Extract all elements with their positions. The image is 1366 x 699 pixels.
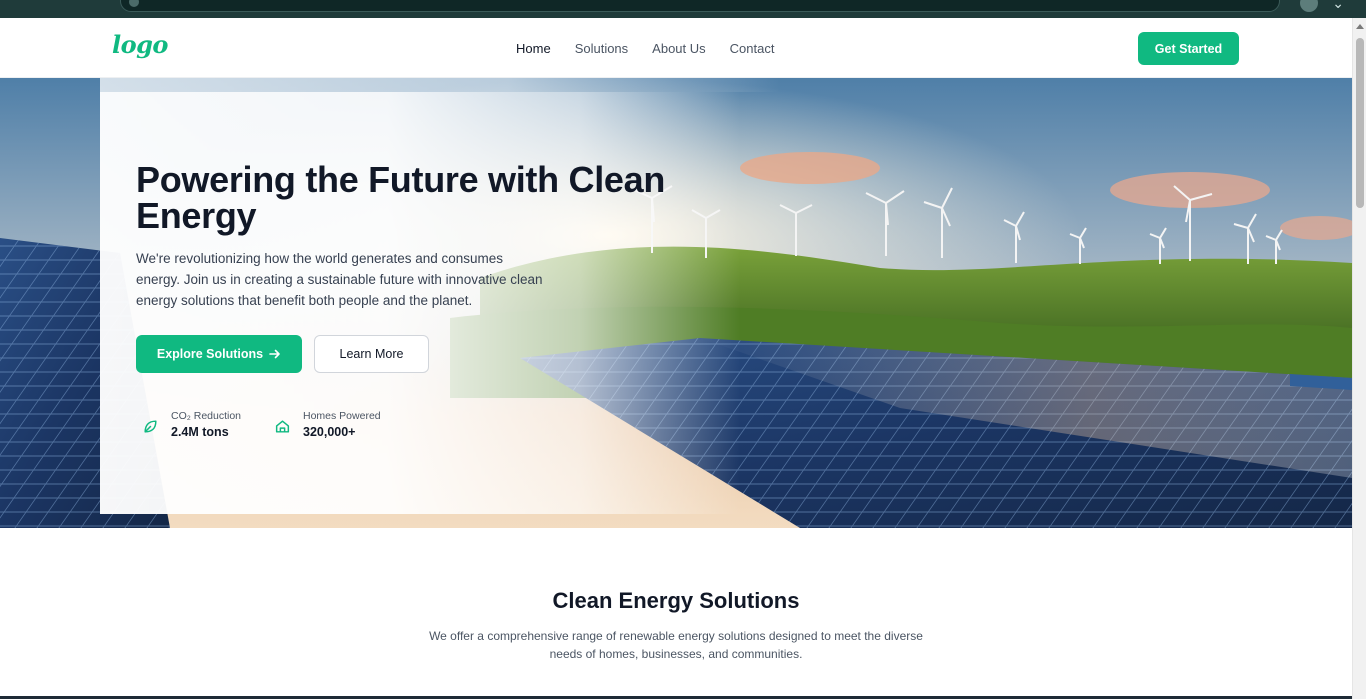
hero-title: Powering the Future with Clean Energy (136, 159, 666, 236)
nav-home[interactable]: Home (516, 41, 551, 56)
stat-co2-reduction: CO₂ Reduction 2.4M tons (142, 410, 241, 439)
explore-solutions-label: Explore Solutions (156, 347, 264, 361)
get-started-button[interactable]: Get Started (1138, 32, 1239, 65)
stat-label: CO₂ Reduction (171, 410, 242, 422)
browser-address-bar[interactable] (120, 0, 1280, 12)
stat-homes-powered: Homes Powered 320,000+ (274, 410, 381, 439)
logo[interactable]: logo (112, 30, 168, 59)
nav-contact[interactable]: Contact (730, 41, 775, 56)
nav-about-us[interactable]: About Us (652, 41, 705, 56)
leaf-icon (144, 420, 157, 433)
browser-top-bar: ⌄ (0, 0, 1366, 18)
stat-value: 320,000+ (303, 425, 356, 439)
page-scrollbar[interactable] (1352, 18, 1366, 699)
explore-solutions-button[interactable]: Explore Solutions (136, 335, 302, 373)
stat-value: 2.4M tons (171, 425, 229, 439)
learn-more-button[interactable]: Learn More (314, 335, 429, 373)
scroll-up-icon[interactable] (1356, 24, 1364, 29)
profile-avatar[interactable] (1300, 0, 1318, 12)
solutions-title: Clean Energy Solutions (552, 588, 800, 613)
hero-overlay-edge (100, 78, 780, 92)
close-icon[interactable]: ⌄ (1332, 0, 1344, 10)
hero-description: We're revolutionizing how the world gene… (136, 251, 543, 308)
hero-section: Powering the Future with Clean Energy We… (0, 78, 1352, 528)
site-header: logo Home Solutions About Us Contact Get… (0, 18, 1352, 78)
stat-label: Homes Powered (303, 410, 381, 422)
arrow-right-icon (269, 349, 280, 359)
solutions-description: We offer a comprehensive range of renewa… (429, 629, 923, 661)
nav-solutions[interactable]: Solutions (575, 41, 628, 56)
site-info-icon[interactable] (129, 0, 139, 7)
main-nav: Home Solutions About Us Contact (516, 18, 798, 78)
home-icon (275, 420, 290, 433)
scrollbar-thumb[interactable] (1356, 38, 1364, 208)
